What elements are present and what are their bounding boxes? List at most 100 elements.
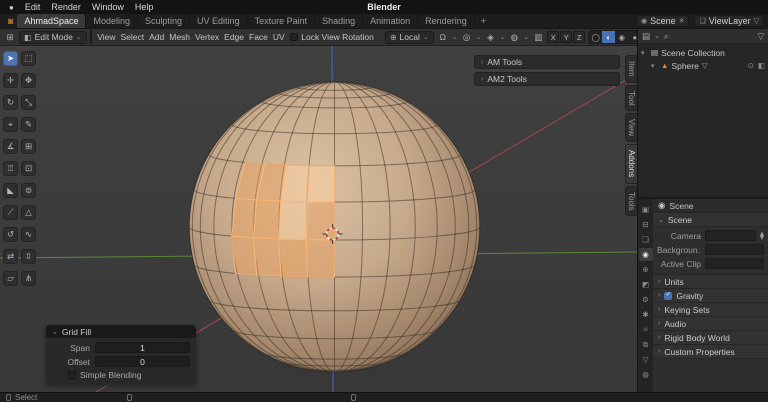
- workspace-tab[interactable]: Sculpting: [138, 14, 191, 28]
- properties-tab-object[interactable]: ◩: [639, 278, 653, 291]
- tool-button-edge-slide[interactable]: ⇄: [3, 249, 18, 264]
- workspace-tab[interactable]: Texture Paint: [248, 14, 316, 28]
- xray-toggle-icon[interactable]: ▥: [532, 32, 544, 43]
- editor-type-icon[interactable]: ⊞: [4, 32, 16, 43]
- shading-mode-button-solid[interactable]: ◐: [602, 31, 616, 43]
- tool-button-inset-faces[interactable]: ⊡: [21, 161, 36, 176]
- sidebar-tab[interactable]: Item: [625, 55, 637, 83]
- properties-tab-particles[interactable]: ✱: [639, 308, 653, 321]
- blender-logo-icon[interactable]: ◙: [4, 14, 17, 28]
- addon-panel-header[interactable]: › AM2 Tools: [474, 72, 620, 86]
- tool-button-add-cube[interactable]: ⊞: [21, 139, 36, 154]
- viewport-menu-item[interactable]: View: [95, 32, 118, 42]
- search-icon[interactable]: ⌕: [664, 31, 669, 42]
- lock-view-rotation-checkbox[interactable]: [290, 33, 299, 41]
- addon-panel-header[interactable]: › AM Tools: [474, 55, 620, 69]
- mirror-axis-button-z[interactable]: Z: [573, 31, 586, 43]
- mirror-axis-button-x[interactable]: X: [547, 31, 560, 43]
- properties-tab-world[interactable]: ⊕: [639, 263, 653, 276]
- view-layer-filter-icon[interactable]: ▽: [754, 17, 759, 25]
- panel-header-scene[interactable]: ⌄ Scene: [653, 213, 768, 227]
- tool-button-loop-cut[interactable]: ⊜: [21, 183, 36, 198]
- outliner-row-sphere[interactable]: ▾ ▲ Sphere ▽ ⊙ ◧: [641, 59, 765, 72]
- eyedropper-icon[interactable]: ⧫: [760, 231, 764, 240]
- chevron-down-icon[interactable]: ⌄: [452, 33, 458, 41]
- menu-item[interactable]: Render: [51, 2, 81, 12]
- sidebar-tab[interactable]: Tool: [625, 84, 637, 112]
- properties-tab-modifiers[interactable]: ⚙: [639, 293, 653, 306]
- tool-button-rotate[interactable]: ↻: [3, 95, 18, 110]
- 3d-viewport[interactable]: ➤ ⬚ ✛ ✥ ↻ ⤡ ⌖ ✎ ∡ ⊞ ⍐ ⊡ ◣ ⊜ ⟋ △ ↺ ∿ ⇄ ⇳ …: [0, 46, 637, 392]
- gravity-checkbox[interactable]: ✓: [664, 291, 673, 300]
- active-clip-field[interactable]: [705, 258, 764, 269]
- snap-magnet-icon[interactable]: Ω: [437, 32, 449, 42]
- panel-header-units[interactable]: › Units: [653, 275, 768, 289]
- filter-icon[interactable]: ▽: [757, 31, 764, 42]
- outliner-display-mode-icon[interactable]: ▤: [642, 31, 650, 42]
- camera-field[interactable]: [705, 230, 757, 241]
- tool-button-knife[interactable]: ⟋: [3, 205, 18, 220]
- add-workspace-button[interactable]: +: [475, 14, 492, 28]
- properties-tab-constraints[interactable]: ⧉: [639, 338, 653, 351]
- tool-button-bevel[interactable]: ◣: [3, 183, 18, 198]
- workspace-tab[interactable]: Modeling: [86, 14, 139, 28]
- gizmo-icon[interactable]: ◈: [485, 32, 497, 43]
- tool-button-tweak[interactable]: ➤: [3, 51, 18, 66]
- tool-button-spin[interactable]: ↺: [3, 227, 18, 242]
- sidebar-tab[interactable]: Tools: [625, 185, 637, 217]
- tool-button-annotate[interactable]: ✎: [21, 117, 36, 132]
- apple-menu-icon[interactable]: ●: [9, 3, 14, 12]
- properties-tab-scene[interactable]: ◉: [638, 248, 653, 261]
- panel-header-custom-properties[interactable]: › Custom Properties: [653, 345, 768, 359]
- menu-item[interactable]: Help: [135, 2, 154, 12]
- viewport-menu-item[interactable]: Add: [147, 32, 167, 42]
- tool-button-shrink-fatten[interactable]: ⇳: [21, 249, 36, 264]
- tool-button-move[interactable]: ✥: [21, 73, 36, 88]
- workspace-tab[interactable]: AhmadSpace: [17, 14, 87, 28]
- tool-button-rip-region[interactable]: ⋔: [21, 271, 36, 286]
- disclosure-arrow-icon[interactable]: ▾: [641, 49, 648, 57]
- tool-button-smooth[interactable]: ∿: [21, 227, 36, 242]
- viewport-menu-item[interactable]: Vertex: [193, 32, 222, 42]
- scene-selector[interactable]: ◉ Scene ✕: [635, 15, 690, 27]
- menu-item[interactable]: Window: [92, 2, 124, 12]
- proportional-editing-icon[interactable]: ◎: [461, 32, 473, 43]
- panel-header-keying-sets[interactable]: › Keying Sets: [653, 303, 768, 317]
- disclosure-arrow-icon[interactable]: ▾: [651, 62, 658, 70]
- properties-tab-object-data[interactable]: ▽: [639, 353, 653, 366]
- properties-tab-material[interactable]: ◍: [639, 368, 653, 381]
- chevron-down-icon[interactable]: ⌄: [654, 32, 660, 40]
- orientation-dropdown[interactable]: ⊕ Local ⌄: [384, 30, 434, 44]
- chevron-down-icon[interactable]: ⌄: [523, 33, 529, 41]
- outliner-row-scene-collection[interactable]: ▾ ▤ Scene Collection: [641, 46, 765, 59]
- tool-button-scale[interactable]: ⤡: [21, 95, 36, 110]
- workspace-tab[interactable]: Rendering: [418, 14, 475, 28]
- background-scene-field[interactable]: [705, 244, 764, 255]
- shading-mode-button-material[interactable]: ◉: [615, 31, 628, 43]
- panel-header-rigid-body-world[interactable]: › Rigid Body World: [653, 331, 768, 345]
- viewport-menu-item[interactable]: Edge: [222, 32, 247, 42]
- shading-mode-button-rendered[interactable]: ●: [628, 31, 637, 43]
- sidebar-tab[interactable]: Addons: [625, 144, 637, 184]
- workspace-tab[interactable]: Animation: [363, 14, 419, 28]
- number-field[interactable]: 1: [95, 342, 190, 353]
- viewport-menu-item[interactable]: Face: [247, 32, 271, 42]
- simple-blending-checkbox[interactable]: [68, 371, 76, 379]
- number-field[interactable]: 0: [95, 356, 190, 367]
- properties-tab-physics[interactable]: ⚛: [639, 323, 653, 336]
- overlays-icon[interactable]: ◍: [508, 32, 520, 43]
- mode-dropdown[interactable]: ◧ Edit Mode ⌄: [19, 30, 87, 44]
- shading-mode-button-wireframe[interactable]: ◯: [589, 31, 602, 43]
- tool-button-transform[interactable]: ⌖: [3, 117, 18, 132]
- viewport-menu-item[interactable]: Select: [118, 32, 147, 42]
- unlink-scene-icon[interactable]: ✕: [679, 17, 685, 25]
- viewport-menu-item[interactable]: Mesh: [167, 32, 193, 42]
- panel-header-audio[interactable]: › Audio: [653, 317, 768, 331]
- tool-button-measure[interactable]: ∡: [3, 139, 18, 154]
- grid-fill-header[interactable]: ⌄ Grid Fill: [46, 325, 196, 338]
- tool-button-cursor[interactable]: ✛: [3, 73, 18, 88]
- chevron-down-icon[interactable]: ⌄: [476, 33, 482, 41]
- tool-button-poly-build[interactable]: △: [21, 205, 36, 220]
- properties-tab-render[interactable]: ▣: [639, 203, 653, 216]
- panel-header-gravity[interactable]: › ✓ Gravity: [653, 289, 768, 303]
